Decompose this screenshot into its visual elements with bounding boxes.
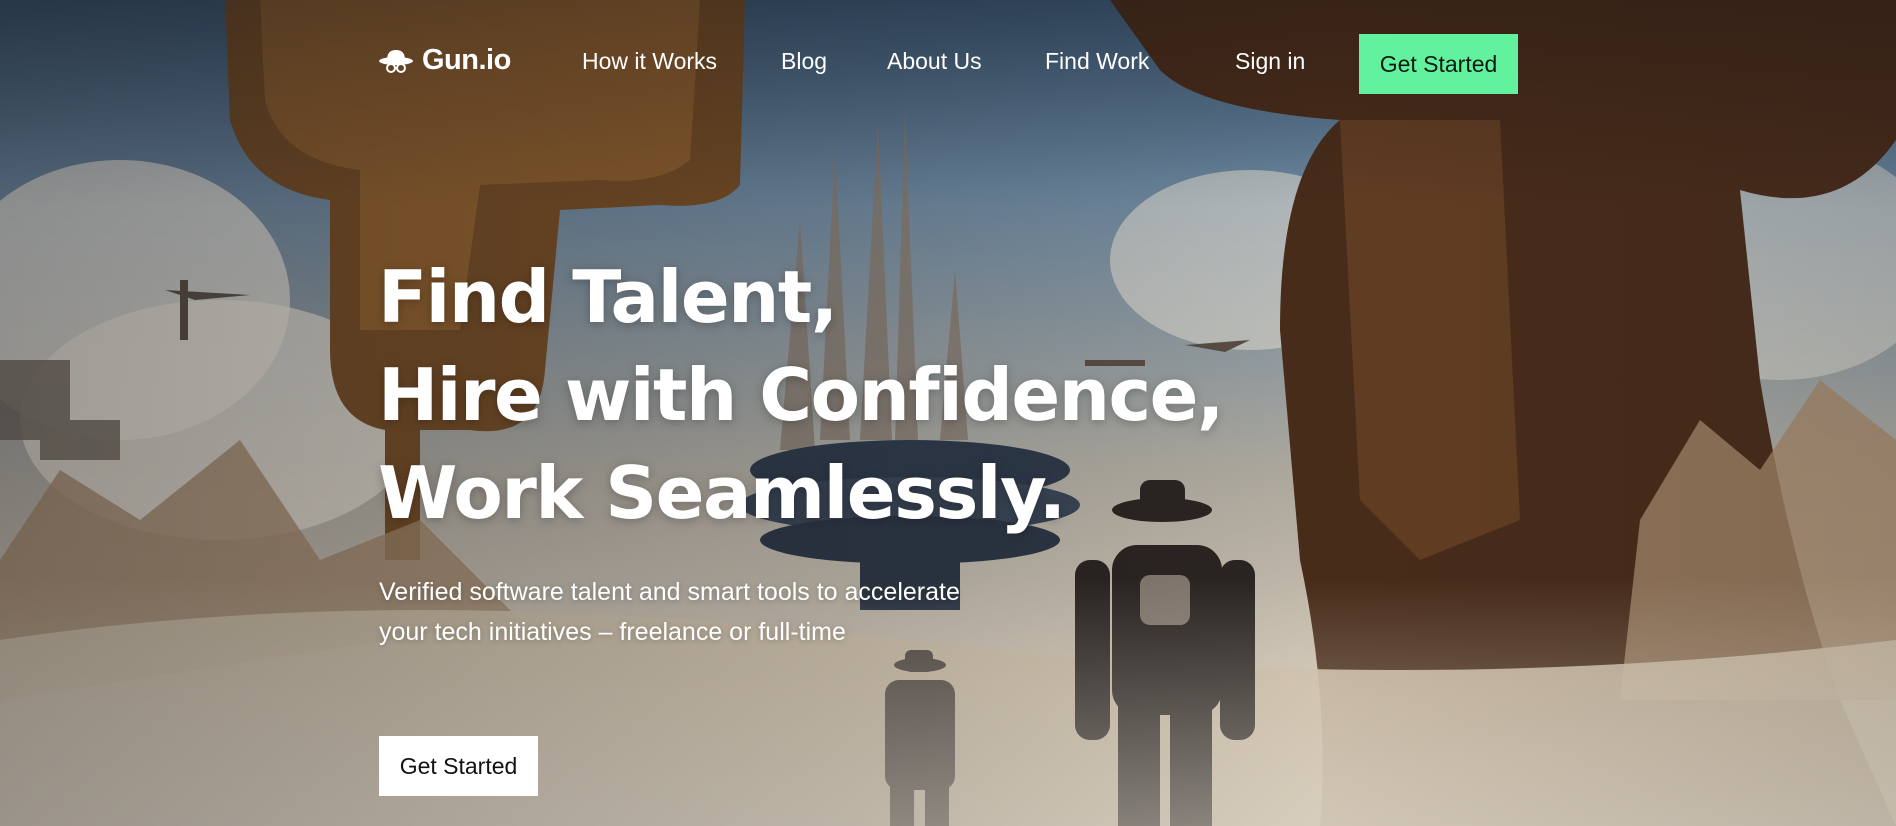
headline-line-1: Find Talent, (378, 255, 838, 339)
headline-line-2: Hire with Confidence, (378, 353, 1224, 437)
top-navigation: Gun.io How it Works Blog About Us Find W… (0, 0, 1896, 128)
hero-headline: Find Talent, Hire with Confidence, Work … (378, 248, 1224, 542)
nav-link-how-it-works[interactable]: How it Works (582, 48, 717, 75)
brand-name: Gun.io (422, 44, 511, 76)
nav-link-about-us[interactable]: About Us (887, 48, 982, 75)
nav-get-started-button[interactable]: Get Started (1359, 34, 1518, 94)
nav-link-find-work[interactable]: Find Work (1045, 48, 1149, 75)
sign-in-link[interactable]: Sign in (1235, 48, 1305, 75)
headline-line-3: Work Seamlessly. (378, 451, 1066, 535)
hero-section: Gun.io How it Works Blog About Us Find W… (0, 0, 1896, 826)
nav-link-blog[interactable]: Blog (781, 48, 827, 75)
hero-get-started-button[interactable]: Get Started (379, 736, 538, 796)
brand-logo-link[interactable]: Gun.io (378, 44, 511, 77)
cowboy-hat-glasses-icon (379, 49, 413, 73)
hero-subtitle: Verified software talent and smart tools… (379, 578, 960, 646)
